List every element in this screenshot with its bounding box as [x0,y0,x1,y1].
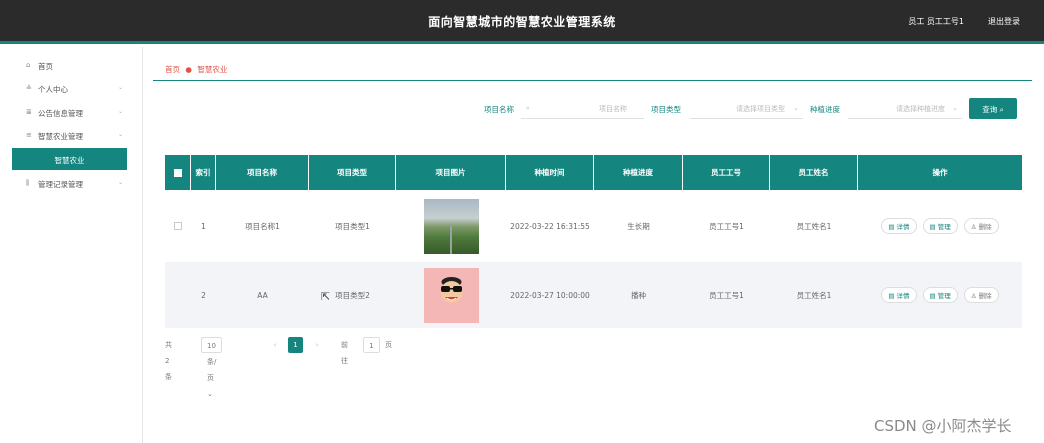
breadcrumb-divider [153,80,1032,81]
cell-image [396,193,506,259]
search-button[interactable]: 查询 ⌕ [969,98,1017,119]
row-checkbox[interactable] [165,193,191,259]
col-header-emp-name: 员工姓名 [770,155,858,190]
planting-progress-placeholder: 请选择种植进度 [896,105,945,113]
sidebar-item-label: 公告信息管理 [38,109,83,118]
project-type-label: 项目类型 [651,105,681,114]
breadcrumb-current: 智慧农业 [197,65,228,74]
prev-page-button[interactable]: ‹ [268,337,282,353]
goto-label: 前往 [341,341,348,365]
cartoon-avatar-thumbnail [423,267,479,323]
project-name-label: 项目名称 [484,105,514,114]
detail-button[interactable]: ▤ 详情 [881,287,917,303]
next-page-button[interactable]: › [310,337,324,353]
breadcrumb-separator-icon: ● [185,65,192,74]
cell-time: 2022-03-27 10:00:00 [510,290,590,300]
sidebar-item-notice-management[interactable]: ≣ 公告信息管理 ⌄ [0,102,143,122]
sidebar-item-label: 智慧农业管理 [38,132,83,141]
select-all-checkbox[interactable] [165,155,191,190]
cell-emp-name: 员工姓名1 [796,221,832,231]
sidebar-item-label: 个人中心 [38,85,68,94]
table-row: 2 AA 项目类型2 2022-03-27 10:00:00 播种 员工工号1 … [165,262,1022,328]
manage-button[interactable]: ▤ 管理 [922,287,958,303]
sidebar-subitem-smart-agriculture[interactable]: 智慧农业 [12,148,127,170]
user-icon: ≗ [26,84,32,92]
sidebar: ⌂ 首页 ≗ 个人中心 ⌄ ≣ 公告信息管理 ⌄ ≡ 智慧农业管理 ⌄ 智慧农业… [0,47,143,443]
logout-button[interactable]: 退出登录 [988,16,1020,27]
cell-emp-no: 员工工号1 [709,290,744,300]
delete-button[interactable]: ♙ 删除 [963,218,999,234]
mouse-cursor-icon: ⇱ [321,290,331,303]
chevron-down-icon: ⌄ [952,104,958,112]
cell-index: 1 [201,221,206,231]
col-header-progress: 种植进度 [594,155,683,190]
cell-progress: 生长期 [627,221,650,231]
sidebar-item-agriculture-management[interactable]: ≡ 智慧农业管理 ⌄ [0,125,143,145]
planting-progress-select[interactable]: 请选择种植进度 ⌄ [848,97,962,119]
col-header-index: 索引 [191,155,216,190]
delete-button[interactable]: ♙ 删除 [963,287,999,303]
project-type-select[interactable]: 请选择项目类型 ⌄ [690,97,803,119]
list-icon: ≡ [26,131,32,139]
cell-emp-no: 员工工号1 [709,221,744,231]
cell-name: AA [257,290,268,300]
manage-button[interactable]: ▤ 管理 [922,218,958,234]
field-photo-thumbnail [423,198,479,254]
col-header-emp-no: 员工工号 [683,155,770,190]
sidebar-item-label: 首页 [38,62,53,71]
cell-emp-name: 员工姓名1 [796,290,832,300]
current-user: 员工 员工工号1 [908,17,964,26]
planting-progress-label: 种植进度 [810,105,840,114]
col-header-image: 项目图片 [396,155,506,190]
home-icon: ⌂ [26,61,31,69]
breadcrumb-home-link[interactable]: 首页 [165,65,180,74]
sidebar-item-personal-center[interactable]: ≗ 个人中心 ⌄ [0,78,143,98]
col-header-time: 种植时间 [506,155,594,190]
goto-page-input[interactable]: 1 [363,337,380,353]
search-icon: ⌕ [526,104,530,112]
col-header-name: 项目名称 [216,155,309,190]
col-header-actions: 操作 [932,168,948,177]
col-header-type: 项目类型 [309,155,396,190]
pagination-total: 共 2 条 [165,341,172,381]
top-bar: 面向智慧城市的智慧农业管理系统 员工 员工工号1 退出登录 [0,0,1044,44]
cell-name: 项目名称1 [245,221,280,231]
project-name-placeholder: 项目名称 [599,105,627,113]
breadcrumb: 首页 ● 智慧农业 [165,64,227,75]
search-button-label: 查询 ⌕ [982,105,1004,114]
cell-actions: ▤ 详情 ▤ 管理 ♙ 删除 [858,193,1022,259]
sidebar-item-label: 管理记录管理 [38,180,83,189]
chevron-down-icon: ⌄ [117,179,123,186]
detail-button[interactable]: ▤ 详情 [881,218,917,234]
sidebar-item-record-management[interactable]: ⫼ 管理记录管理 ⌄ [0,173,143,193]
current-page-button[interactable]: 1 [288,337,303,353]
sidebar-subitem-label: 智慧农业 [54,156,85,165]
cell-type: 项目类型1 [335,221,370,231]
chart-icon: ⫼ [26,179,30,187]
chevron-down-icon: ⌄ [117,108,123,115]
cell-progress: 播种 [631,290,646,300]
sidebar-item-home[interactable]: ⌂ 首页 [0,55,143,75]
cell-actions: ▤ 详情 ▤ 管理 ♙ 删除 [858,262,1022,328]
cell-time: 2022-03-22 16:31:55 [510,221,590,231]
app-title: 面向智慧城市的智慧农业管理系统 [428,15,616,29]
chevron-up-icon: ⌄ [117,131,123,138]
page-size-select[interactable]: 10条/页 ⌄ [201,337,223,398]
chevron-down-icon: ⌄ [117,84,123,91]
table-header: 索引 项目名称 项目类型 项目图片 种植时间 种植进度 员工工号 员工姓名 操作 [165,155,1022,190]
cell-index: 2 [201,290,206,300]
chevron-down-icon: ⌄ [793,104,799,112]
page-unit-label: 页 [385,341,392,349]
notice-icon: ≣ [26,108,32,116]
cell-image [396,262,506,328]
watermark: CSDN @小阿杰学长 [874,417,1012,435]
project-type-placeholder: 请选择项目类型 [736,105,785,113]
table-row: 1 项目名称1 项目类型1 2022-03-22 16:31:55 生长期 员工… [165,193,1022,259]
project-name-input[interactable]: ⌕ 项目名称 [521,97,644,119]
